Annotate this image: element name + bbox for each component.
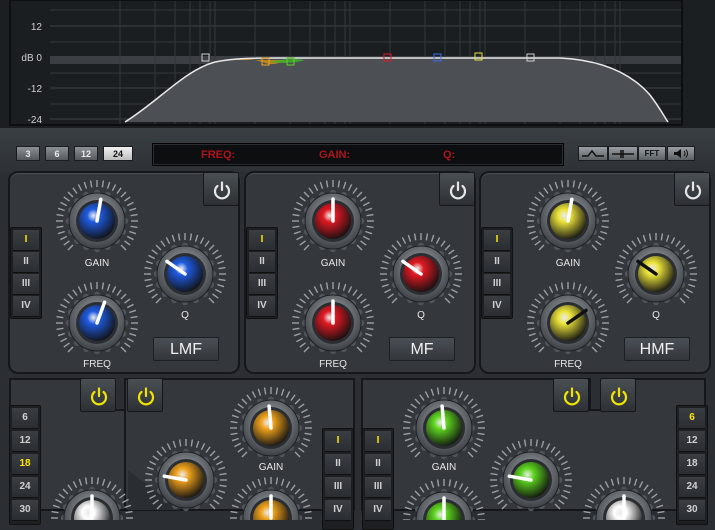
lmf-band-name: LMF <box>153 337 219 361</box>
db-label-minus12: -12 <box>28 84 43 95</box>
mf-band-panel: I II III IV GAIN Q FREQ MF <box>244 171 476 374</box>
lmf-gain-label: GAIN <box>84 258 110 269</box>
highcut-freq-knob[interactable] <box>583 477 665 520</box>
q-readout-label: Q: <box>443 149 456 161</box>
lmf-gain-knob[interactable] <box>56 180 138 253</box>
db-label-12: 12 <box>31 22 43 33</box>
lmf-freq-label: FREQ <box>83 359 111 370</box>
lmf-q-knob[interactable] <box>144 233 226 306</box>
hmf-freq-knob[interactable] <box>527 282 609 355</box>
high-band-gain-knob[interactable] <box>403 387 485 460</box>
hmf-gain-label: GAIN <box>555 258 581 269</box>
curve-icon <box>582 149 604 157</box>
mf-gain-knob[interactable] <box>292 180 374 253</box>
flat-view-button[interactable] <box>608 146 638 161</box>
gain-readout-label: GAIN: <box>319 149 351 161</box>
speaker-icon <box>674 149 688 158</box>
lmf-freq-knob[interactable] <box>56 282 138 355</box>
mf-gain-label: GAIN <box>320 258 346 269</box>
slope-button-6[interactable]: 6 <box>45 146 69 161</box>
mf-q-knob[interactable] <box>380 233 462 306</box>
mf-q-label: Q <box>417 310 425 321</box>
low-band-freq-knob[interactable] <box>145 439 227 512</box>
hmf-q-label: Q <box>652 310 660 321</box>
mf-freq-knob[interactable] <box>292 282 374 355</box>
low-band-gain-knob[interactable] <box>230 387 312 460</box>
flat-icon <box>612 150 634 158</box>
slope-button-3[interactable]: 3 <box>16 146 40 161</box>
eq-curve-display[interactable]: 12 dB 0 -12 -24 <box>0 0 715 128</box>
hmf-band-name: HMF <box>624 337 690 361</box>
slope-button-12[interactable]: 12 <box>74 146 98 161</box>
fft-button[interactable]: FFT <box>638 146 666 161</box>
eq-graph[interactable]: 12 dB 0 -12 -24 <box>0 0 715 128</box>
bottom-knobs <box>51 387 665 520</box>
high-band-gain-label: GAIN <box>431 462 457 473</box>
hmf-band-panel: I II III IV GAIN Q FREQ HMF <box>479 171 711 374</box>
mf-band-name: MF <box>389 337 455 361</box>
low-band-gain-label: GAIN <box>258 462 284 473</box>
listen-button[interactable] <box>667 146 695 161</box>
lmf-band-panel: I II III IV GAIN Q FREQ LMF <box>8 171 240 374</box>
hmf-freq-label: FREQ <box>554 359 582 370</box>
lmf-q-label: Q <box>181 310 189 321</box>
high-band-freq-knob[interactable] <box>403 479 485 520</box>
low-band-q-knob[interactable] <box>230 477 312 520</box>
parameter-readout: FREQ: GAIN: Q: <box>152 143 564 166</box>
db-label-0: dB 0 <box>21 53 42 64</box>
mf-freq-label: FREQ <box>319 359 347 370</box>
freq-readout-label: FREQ: <box>201 149 236 161</box>
lowcut-freq-knob[interactable] <box>51 477 133 520</box>
hmf-gain-knob[interactable] <box>527 180 609 253</box>
hmf-q-knob[interactable] <box>615 233 697 306</box>
slope-button-24[interactable]: 24 <box>103 146 133 161</box>
curve-view-button[interactable] <box>578 146 608 161</box>
high-band-q-knob[interactable] <box>490 439 572 512</box>
